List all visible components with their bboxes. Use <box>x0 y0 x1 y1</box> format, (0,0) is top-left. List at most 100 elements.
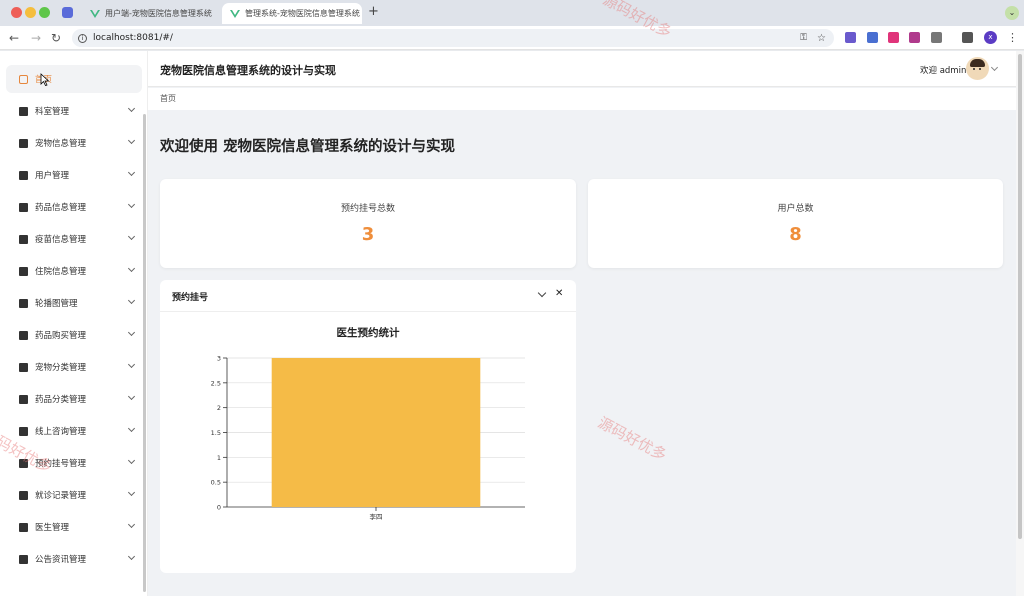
chevron-down-icon <box>127 200 136 209</box>
close-tab-icon[interactable]: ✕ <box>212 9 219 19</box>
chevron-down-icon <box>127 520 136 529</box>
extension-robot-icon[interactable] <box>909 32 920 43</box>
breadcrumb-home[interactable]: 首页 <box>160 93 176 104</box>
x-tick-label: 李四 <box>370 512 383 521</box>
bookmark-star-icon[interactable]: ☆ <box>817 33 826 44</box>
sidebar-item-label: 疫苗信息管理 <box>35 235 87 245</box>
dept-icon <box>19 106 28 116</box>
sidebar-item-1[interactable]: 科室管理 <box>6 97 142 125</box>
sidebar-scrollbar[interactable] <box>143 114 146 592</box>
sidebar: 首页科室管理宠物信息管理用户管理药品信息管理疫苗信息管理住院信息管理轮播图管理药… <box>0 51 148 596</box>
sidebar-item-3[interactable]: 用户管理 <box>6 161 142 189</box>
chevron-down-icon <box>127 296 136 305</box>
downloads-icon[interactable] <box>962 32 973 43</box>
sidebar-item-9[interactable]: 宠物分类管理 <box>6 353 142 381</box>
top-header: 宠物医院信息管理系统的设计与实现 欢迎 admin <box>148 51 1016 87</box>
profile-avatar[interactable]: x <box>984 31 997 44</box>
bar[interactable] <box>271 358 481 507</box>
user-dropdown-chevron-icon[interactable] <box>990 63 999 72</box>
chevron-down-icon <box>127 104 136 113</box>
back-button[interactable]: ← <box>9 31 19 45</box>
sidebar-item-label: 宠物信息管理 <box>35 139 87 149</box>
extension-tools-icon[interactable] <box>867 32 878 43</box>
sidebar-item-label: 公告资讯管理 <box>35 555 87 565</box>
chevron-down-icon <box>127 552 136 561</box>
y-tick-label: 0 <box>217 504 221 512</box>
tab-label: 管理系统-宠物医院信息管理系统 <box>245 9 360 18</box>
stat-label: 预约挂号总数 <box>340 204 395 214</box>
browser-menu-icon[interactable]: ⋮ <box>1007 31 1018 44</box>
reload-button[interactable]: ↻ <box>51 31 61 45</box>
sidebar-item-6[interactable]: 住院信息管理 <box>6 257 142 285</box>
doctor-icon <box>19 522 28 532</box>
password-key-icon[interactable]: ⚿ <box>800 33 807 43</box>
card-header: 预约挂号 ✕ <box>160 280 576 312</box>
category-icon <box>19 362 28 372</box>
page-scrollbar[interactable] <box>1016 51 1024 596</box>
stat-card-appointments: 预约挂号总数 3 <box>160 179 576 268</box>
sidebar-item-14[interactable]: 医生管理 <box>6 513 142 541</box>
chevron-down-icon <box>127 424 136 433</box>
avatar[interactable] <box>966 57 989 80</box>
new-tab-button[interactable]: + <box>368 4 379 19</box>
site-info-icon[interactable]: i <box>78 33 87 43</box>
tab-search-button[interactable]: ⌄ <box>1005 6 1019 20</box>
consult-icon <box>19 426 28 436</box>
purchase-icon <box>19 330 28 340</box>
sidebar-item-8[interactable]: 药品购买管理 <box>6 321 142 349</box>
browser-titlebar: 用户端-宠物医院信息管理系统 ✕ 管理系统-宠物医院信息管理系统 ✕ + ⌄ <box>0 0 1024 26</box>
maximize-window-button[interactable] <box>39 7 50 18</box>
welcome-heading: 欢迎使用 宠物医院信息管理系统的设计与实现 <box>160 139 456 155</box>
chevron-down-icon <box>127 456 136 465</box>
chevron-down-icon <box>127 168 136 177</box>
card-title: 预约挂号 <box>172 293 209 303</box>
close-window-button[interactable] <box>11 7 22 18</box>
close-card-icon[interactable]: ✕ <box>555 288 563 299</box>
y-tick-label: 1.5 <box>211 429 221 437</box>
sidebar-item-10[interactable]: 药品分类管理 <box>6 385 142 413</box>
sidebar-item-label: 科室管理 <box>35 107 70 117</box>
forward-button[interactable]: → <box>31 31 41 45</box>
page-title: 宠物医院信息管理系统的设计与实现 <box>160 64 336 77</box>
tab-user-portal[interactable]: 用户端-宠物医院信息管理系统 ✕ <box>82 3 218 24</box>
sidebar-item-7[interactable]: 轮播图管理 <box>6 289 142 317</box>
chart-title: 医生预约统计 <box>337 326 400 339</box>
sidebar-item-label: 医生管理 <box>35 523 70 533</box>
address-toolbar: ← → ↻ i localhost:8081/#/ ⚿ ☆ x ⋮ <box>0 26 1024 50</box>
record-icon <box>19 490 28 500</box>
url-bar[interactable]: i localhost:8081/#/ ⚿ ☆ <box>72 29 834 47</box>
sidebar-item-2[interactable]: 宠物信息管理 <box>6 129 142 157</box>
extension-download-pink-icon[interactable] <box>888 32 899 43</box>
sidebar-item-15[interactable]: 公告资讯管理 <box>6 545 142 573</box>
y-tick-label: 2 <box>217 404 221 412</box>
minimize-window-button[interactable] <box>25 7 36 18</box>
appointment-chart-card: 预约挂号 ✕ 医生预约统计 0 0.5 1 1.5 2 2.5 3 李四 <box>160 280 576 573</box>
collapse-chevron-icon[interactable] <box>537 288 547 298</box>
sidebar-item-5[interactable]: 疫苗信息管理 <box>6 225 142 253</box>
sidebar-item-label: 住院信息管理 <box>35 267 87 277</box>
greeting-text: 欢迎 admin <box>920 66 967 76</box>
sidebar-item-4[interactable]: 药品信息管理 <box>6 193 142 221</box>
extensions-puzzle-icon[interactable] <box>931 32 942 43</box>
extension-tab-icon[interactable] <box>62 7 73 18</box>
doctor-appointment-bar-chart: 医生预约统计 0 0.5 1 1.5 2 2.5 3 李四 <box>211 326 525 521</box>
sidebar-item-11[interactable]: 线上咨询管理 <box>6 417 142 445</box>
extension-scissors-icon[interactable] <box>845 32 856 43</box>
sidebar-item-label: 用户管理 <box>35 171 70 181</box>
chevron-down-icon <box>127 360 136 369</box>
close-tab-icon[interactable]: ✕ <box>360 9 362 19</box>
carousel-icon <box>19 298 28 308</box>
y-tick-label: 1 <box>217 454 221 462</box>
stat-label: 用户总数 <box>777 204 814 214</box>
y-tick-label: 3 <box>217 355 221 363</box>
breadcrumb: 首页 <box>148 88 1016 110</box>
notice-icon <box>19 554 28 564</box>
medicine-icon <box>19 202 28 212</box>
sidebar-item-label: 宠物分类管理 <box>35 363 87 373</box>
sidebar-item-label: 就诊记录管理 <box>35 491 87 501</box>
main-content: 宠物医院信息管理系统的设计与实现 欢迎 admin 首页 欢迎使用 宠物医院信息… <box>148 51 1016 596</box>
tab-admin-active[interactable]: 管理系统-宠物医院信息管理系统 ✕ <box>222 3 362 24</box>
sidebar-item-home[interactable]: 首页 <box>6 65 142 93</box>
sidebar-item-13[interactable]: 就诊记录管理 <box>6 481 142 509</box>
stat-card-users: 用户总数 8 <box>588 179 1003 268</box>
